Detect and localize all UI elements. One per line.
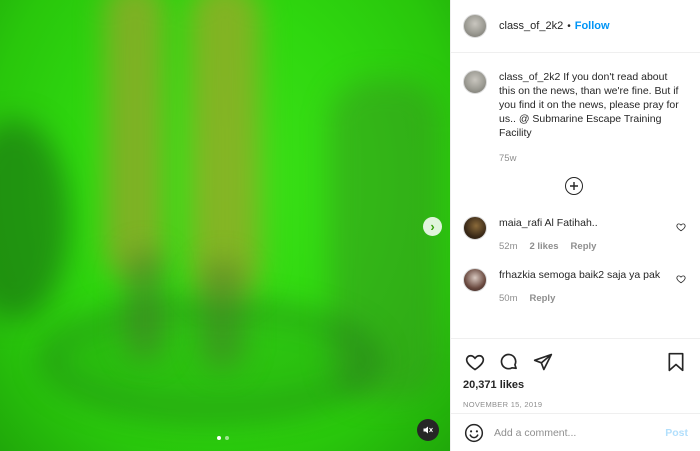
paper-plane-icon — [533, 353, 553, 371]
comment-text: Al Fatihah.. — [542, 217, 598, 229]
comment-likes[interactable]: 2 likes — [529, 239, 558, 254]
heart-icon[interactable] — [676, 222, 686, 232]
caption: class_of_2k2 If you don't read about thi… — [463, 70, 688, 166]
heart-icon[interactable] — [676, 274, 686, 284]
save-button[interactable] — [664, 350, 688, 374]
avatar[interactable] — [463, 268, 487, 292]
media-shape — [190, 0, 260, 300]
comment-time[interactable]: 50m — [499, 291, 517, 306]
likes-count[interactable]: 20,371 likes — [463, 379, 688, 391]
load-more-comments-button[interactable] — [565, 177, 583, 195]
action-bar — [463, 347, 688, 377]
reply-button[interactable]: Reply — [571, 239, 597, 254]
carousel-dot — [217, 436, 221, 440]
post-side-panel: class_of_2k2 • Follow class_of_2k2 If yo… — [450, 0, 700, 451]
comment-body: frhazkia semoga baik2 saja ya pak 50m Re… — [499, 268, 669, 306]
comments-section: class_of_2k2 If you don't read about thi… — [451, 54, 700, 338]
comment-meta: 50m Reply — [499, 291, 669, 306]
avatar[interactable] — [463, 14, 487, 38]
carousel-indicator — [217, 436, 229, 440]
mute-button[interactable] — [417, 419, 439, 441]
caption-timestamp[interactable]: 75w — [499, 152, 679, 166]
media-shape — [105, 0, 165, 280]
comment-item: frhazkia semoga baik2 saja ya pak 50m Re… — [463, 268, 688, 306]
separator-dot: • — [567, 20, 571, 32]
comment-input[interactable]: Add a comment... — [494, 427, 665, 439]
chevron-right-icon: › — [430, 219, 435, 234]
next-slide-button[interactable]: › — [423, 217, 442, 236]
avatar[interactable] — [463, 70, 487, 94]
smile-icon — [464, 423, 484, 442]
comment-time[interactable]: 52m — [499, 239, 517, 254]
emoji-button[interactable] — [463, 422, 485, 444]
carousel-dot — [225, 436, 229, 440]
heart-icon — [465, 354, 485, 371]
add-comment-bar: Add a comment... Post — [451, 413, 700, 451]
header-username[interactable]: class_of_2k2 — [499, 20, 563, 32]
comment-meta: 52m 2 likes Reply — [499, 239, 669, 254]
comment-button[interactable] — [497, 350, 521, 374]
media-shape — [200, 260, 245, 370]
comment-username[interactable]: maia_rafi — [499, 217, 542, 229]
comment-text: semoga baik2 saja ya pak — [535, 269, 661, 281]
caption-body: class_of_2k2 If you don't read about thi… — [499, 70, 679, 166]
media-shape — [0, 120, 70, 320]
avatar[interactable] — [463, 216, 487, 240]
post-modal: › class_of_2k2 • Follow class_of_2k2 If — [0, 0, 700, 451]
share-button[interactable] — [531, 350, 555, 374]
bookmark-icon — [668, 352, 684, 372]
speaker-muted-icon — [423, 426, 433, 434]
comment-body: maia_rafi Al Fatihah.. 52m 2 likes Reply — [499, 216, 669, 254]
post-actions: 20,371 likes NOVEMBER 15, 2019 — [451, 338, 700, 413]
like-button[interactable] — [463, 350, 487, 374]
media-shape — [125, 250, 165, 360]
post-media[interactable]: › — [0, 0, 450, 451]
reply-button[interactable]: Reply — [529, 291, 555, 306]
plus-icon — [570, 182, 578, 190]
follow-button[interactable]: Follow — [575, 20, 610, 32]
comment-username[interactable]: frhazkia — [499, 269, 536, 281]
comment-item: maia_rafi Al Fatihah.. 52m 2 likes Reply — [463, 216, 688, 254]
post-date[interactable]: NOVEMBER 15, 2019 — [463, 400, 688, 409]
post-comment-button[interactable]: Post — [665, 427, 688, 439]
caption-username[interactable]: class_of_2k2 — [499, 71, 560, 83]
post-header: class_of_2k2 • Follow — [451, 0, 700, 53]
comment-icon — [500, 353, 517, 370]
